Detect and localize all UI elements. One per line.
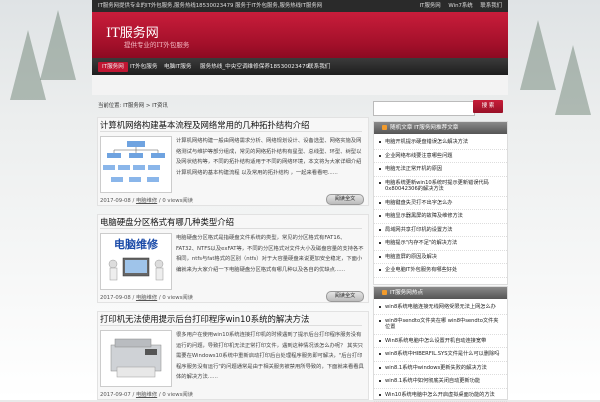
list-item[interactable]: 电脑开机提示硬盘错误怎么解决方法	[374, 136, 507, 150]
list-item[interactable]: win8系统中HIBERFIL.SYS文件是什么可以删除吗	[374, 348, 507, 362]
post-excerpt: 计算机网络构建一般由网络需求分析、网络规划设计、设备选型、网络实施及网络测试与维…	[176, 136, 364, 191]
post-date: 2017-09-07	[100, 392, 131, 398]
top-link-contact[interactable]: 联系我们	[480, 3, 502, 9]
site-subtitle: 提供专业的IT外包服务	[124, 39, 189, 49]
top-links: IT服务网 Win7系统 联系我们	[414, 0, 502, 12]
list-item[interactable]: 企业电脑IT外包服务有哪些好处	[374, 264, 507, 278]
list-item[interactable]: Win8系统电脑中怎么设置开机自动连接宽带	[374, 335, 507, 349]
post-views: 0 views阅读	[162, 295, 193, 301]
tree-decoration	[40, 10, 76, 80]
post-card: 计算机网络构建基本流程及网络常用的几种拓扑结构介绍 计算机网络构建一般由网	[97, 117, 369, 206]
top-link-win7[interactable]: Win7系统	[448, 3, 472, 9]
list-item[interactable]: win8.1系统中如何彻底关闭自动更新功能	[374, 375, 507, 389]
post-title[interactable]: 打印机无法使用提示后台打印程序win10系统的解决方法	[100, 314, 362, 326]
post-meta: 2017-09-08 / 电脑维修 / 0 views阅读	[100, 196, 193, 204]
rss-icon	[382, 125, 387, 130]
tree-decoration	[555, 45, 591, 115]
search-input[interactable]	[373, 101, 475, 116]
post-views: 0 views阅读	[162, 198, 193, 204]
list-item[interactable]: 电脑系统更新win10系统时提示更新错误代码0x80042306的解决方法	[374, 177, 507, 197]
post-views: 0 views阅读	[162, 392, 193, 398]
post-meta: 2017-09-07 / 电脑维修 / 0 views阅读	[100, 390, 193, 398]
list-item[interactable]: 电脑键盘失灵打不出字怎么办	[374, 197, 507, 211]
post-category[interactable]: 电脑维修	[136, 392, 157, 398]
nav-item-contact[interactable]: 联系我们	[304, 62, 334, 72]
post-meta: 2017-09-08 / 电脑维修 / 0 views阅读	[100, 293, 193, 301]
widget-title: IT服务网热点	[374, 287, 507, 299]
top-link-home[interactable]: IT服务网	[420, 3, 441, 9]
random-posts-widget: 随机文章 IT服务网推荐文章 电脑开机提示硬盘错误怎么解决方法 企业网络布线要注…	[373, 121, 508, 285]
nav-item-home[interactable]: IT服务网	[98, 62, 128, 72]
list-item[interactable]: 电脑无法正常开机的原因	[374, 163, 507, 177]
sub-header-bar	[92, 75, 508, 95]
list-item[interactable]: win8系统电脑连接无线网络受限无法上网怎么办	[374, 301, 507, 315]
post-thumbnail[interactable]	[100, 136, 172, 193]
post-thumbnail[interactable]	[100, 330, 172, 387]
nav-item-hotline[interactable]: 服务热线_中央空调维修保养18530023479	[196, 62, 313, 72]
post-date: 2017-09-08	[100, 198, 131, 204]
list-item[interactable]: 电脑蓝屏的原因及解决	[374, 251, 507, 265]
post-excerpt: 很多用户在使用win10系统连接打印机的时候遇到了提示后台打印程序服务没有运行的…	[176, 330, 364, 385]
search-button[interactable]: 搜 索	[473, 100, 503, 113]
list-item[interactable]: 企业网络布线要注意哪些问题	[374, 150, 507, 164]
top-bar: IT服务网提供专业的IT外包服务,服务热线18530023479 服务于IT外包…	[92, 0, 508, 12]
breadcrumb: 当前位置: IT服务网 > IT资讯	[98, 101, 368, 109]
thumbnail-text: 电脑维修	[114, 237, 159, 251]
header-banner: IT服务网 提供专业的IT外包服务	[92, 12, 508, 58]
list-item[interactable]: 局域网共享打印机的设置方法	[374, 224, 507, 238]
nav-item-outsourcing[interactable]: IT外包服务	[126, 62, 161, 72]
nav-item-computer-service[interactable]: 电脑IT服务	[160, 62, 195, 72]
post-category[interactable]: 电脑维修	[136, 198, 157, 204]
rss-icon	[382, 290, 387, 295]
tree-decoration	[520, 20, 556, 90]
widget-list: 电脑开机提示硬盘错误怎么解决方法 企业网络布线要注意哪些问题 电脑无法正常开机的…	[374, 136, 507, 278]
post-title[interactable]: 电脑硬盘分区格式有哪几种类型介绍	[100, 217, 362, 229]
printer-image	[101, 331, 171, 386]
post-date: 2017-09-08	[100, 295, 131, 301]
top-notice: IT服务网提供专业的IT外包服务,服务热线18530023479 服务于IT外包…	[98, 0, 322, 12]
post-card: 打印机无法使用提示后台打印程序win10系统的解决方法 很多用户在使用win10…	[97, 311, 369, 400]
widget-list: win8系统电脑连接无线网络受限无法上网怎么办 win8中sendto文件夹在哪…	[374, 301, 507, 402]
post-card: 电脑硬盘分区格式有哪几种类型介绍 电脑维修 电脑硬盘分区格式是指硬盘文件系统的类…	[97, 214, 369, 303]
post-title[interactable]: 计算机网络构建基本流程及网络常用的几种拓扑结构介绍	[100, 120, 362, 132]
list-item[interactable]: 电脑提示"内存不足"的解决方法	[374, 237, 507, 251]
list-item[interactable]: win8.1系统中windows更新失败的解决方法	[374, 362, 507, 376]
post-category[interactable]: 电脑维修	[136, 295, 157, 301]
main-nav: IT服务网 IT外包服务 电脑IT服务 服务热线_中央空调维修保养1853002…	[92, 58, 508, 75]
page-wrapper: IT服务网提供专业的IT外包服务,服务热线18530023479 服务于IT外包…	[92, 0, 508, 400]
post-thumbnail[interactable]: 电脑维修	[100, 233, 172, 290]
list-item[interactable]: 电脑显示器黑屏的故障及维修方法	[374, 210, 507, 224]
hot-posts-widget: IT服务网热点 win8系统电脑连接无线网络受限无法上网怎么办 win8中sen…	[373, 286, 508, 400]
widget-title: 随机文章 IT服务网推荐文章	[374, 122, 507, 134]
network-diagram-image	[101, 137, 171, 192]
read-more-button[interactable]: 阅读全文	[326, 194, 364, 205]
post-excerpt: 电脑硬盘分区格式是指硬盘文件系统的类型，常见的分区格式有FAT16、FAT32、…	[176, 233, 364, 288]
computer-repair-image: 电脑维修	[101, 234, 171, 289]
read-more-button[interactable]: 阅读全文	[326, 291, 364, 302]
list-item[interactable]: win8中sendto文件夹在哪 win8中sendto文件夹位置	[374, 315, 507, 335]
